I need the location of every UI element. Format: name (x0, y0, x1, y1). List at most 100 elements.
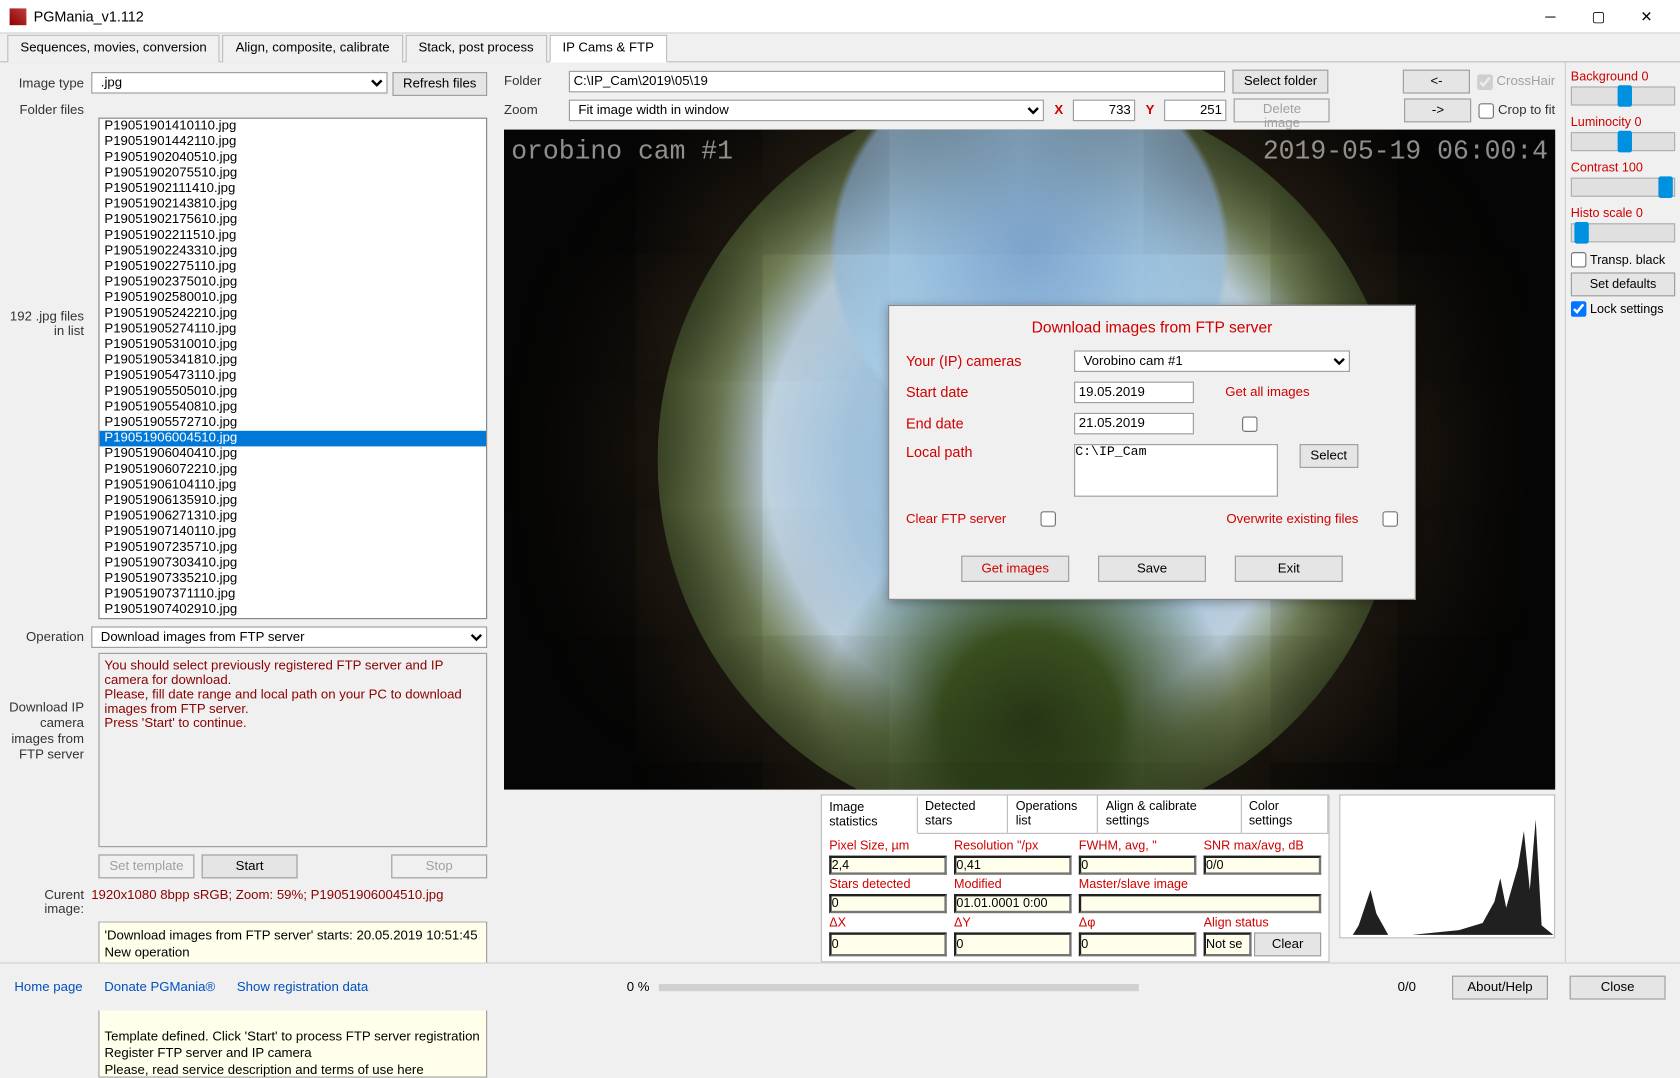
file-item[interactable]: P19051902143810.jpg (100, 197, 486, 213)
file-item[interactable]: P19051907140110.jpg (100, 524, 486, 540)
about-button[interactable]: About/Help (1452, 975, 1548, 999)
refresh-files-button[interactable]: Refresh files (392, 72, 487, 96)
file-item[interactable]: P19051905341810.jpg (100, 353, 486, 369)
dx-value[interactable] (829, 932, 947, 956)
luminocity-slider[interactable] (1571, 132, 1675, 151)
file-item[interactable]: P19051902111410.jpg (100, 181, 486, 197)
next-image-button[interactable]: -> (1404, 98, 1471, 122)
file-item[interactable]: P19051905540810.jpg (100, 400, 486, 416)
end-date-input[interactable] (1074, 413, 1194, 435)
file-item[interactable]: P19051902211510.jpg (100, 228, 486, 244)
file-item[interactable]: P19051906040410.jpg (100, 446, 486, 462)
dphi-value[interactable] (1079, 932, 1197, 956)
start-button[interactable]: Start (202, 854, 298, 878)
minimize-button[interactable]: ─ (1526, 1, 1574, 32)
file-item[interactable]: P19051907303410.jpg (100, 556, 486, 572)
registration-link[interactable]: Show registration data (237, 980, 368, 994)
dy-value[interactable] (954, 932, 1072, 956)
camera-select[interactable]: Vorobino cam #1 (1074, 350, 1350, 372)
zoom-select[interactable]: Fit image width in window (569, 100, 1045, 122)
master-value[interactable] (1079, 894, 1321, 913)
file-item[interactable]: P19051905274110.jpg (100, 322, 486, 338)
file-item[interactable]: P19051905310010.jpg (100, 337, 486, 353)
left-pane: Image type .jpg Refresh files Folder fil… (0, 62, 494, 962)
modified-value[interactable] (954, 894, 1072, 913)
prev-image-button[interactable]: <- (1403, 70, 1470, 94)
stats-tab-color[interactable]: Color settings (1242, 796, 1329, 833)
file-item[interactable]: P19051907335210.jpg (100, 571, 486, 587)
dialog-exit-button[interactable]: Exit (1235, 556, 1343, 582)
image-viewport[interactable]: orobino cam #1 2019-05-19 06:00:4 Downlo… (504, 130, 1555, 790)
snr-value[interactable] (1204, 856, 1322, 875)
overwrite-check[interactable] (1382, 511, 1398, 527)
file-item[interactable]: P19051905505010.jpg (100, 384, 486, 400)
tab-sequences[interactable]: Sequences, movies, conversion (7, 35, 220, 63)
file-item[interactable]: P19051901410110.jpg (100, 119, 486, 135)
pixel-size-value[interactable] (829, 856, 947, 875)
file-item[interactable]: P19051907235710.jpg (100, 540, 486, 556)
file-item[interactable]: P19051906135910.jpg (100, 493, 486, 509)
folder-input[interactable] (569, 71, 1226, 93)
tab-ipcams[interactable]: IP Cams & FTP (549, 35, 667, 63)
start-date-input[interactable] (1074, 382, 1194, 404)
stars-value[interactable] (829, 894, 947, 913)
file-item[interactable]: P19051902075510.jpg (100, 166, 486, 182)
folder-files-label: Folder files (7, 101, 91, 118)
tab-stack[interactable]: Stack, post process (405, 35, 547, 63)
local-path-input[interactable]: C:\IP_Cam (1074, 444, 1278, 497)
image-type-select[interactable]: .jpg (91, 72, 387, 94)
stats-tab-image[interactable]: Image statistics (822, 797, 918, 834)
file-item[interactable]: P19051906072210.jpg (100, 462, 486, 478)
dy-label: ΔY (954, 916, 1072, 930)
contrast-slider[interactable] (1571, 178, 1675, 197)
file-item[interactable]: P19051907402910.jpg (100, 602, 486, 618)
select-folder-button[interactable]: Select folder (1233, 70, 1329, 94)
lock-check[interactable]: Lock settings (1571, 301, 1675, 317)
hint-box: You should select previously registered … (98, 653, 487, 847)
fwhm-value[interactable] (1079, 856, 1197, 875)
transp-check[interactable]: Transp. black (1571, 252, 1675, 268)
file-item[interactable]: P19051905572710.jpg (100, 415, 486, 431)
current-image-label: Curent image: (7, 888, 91, 917)
file-list[interactable]: P19051901410110.jpgP19051901442110.jpgP1… (98, 118, 487, 620)
stats-tab-ops[interactable]: Operations list (1009, 796, 1099, 833)
hint-label: Download IP camera images from FTP serve… (7, 701, 91, 763)
operation-select[interactable]: Download images from FTP server (91, 626, 487, 648)
file-item[interactable]: P19051906271310.jpg (100, 509, 486, 525)
resolution-value[interactable] (954, 856, 1072, 875)
file-item[interactable]: P19051902275110.jpg (100, 259, 486, 275)
file-item[interactable]: P19051902243310.jpg (100, 244, 486, 260)
image-type-label: Image type (7, 77, 91, 91)
file-item[interactable]: P19051902040510.jpg (100, 150, 486, 166)
align-value[interactable] (1204, 932, 1252, 956)
file-item[interactable]: P19051906104110.jpg (100, 478, 486, 494)
get-all-check[interactable] (1242, 416, 1258, 432)
stats-tab-stars[interactable]: Detected stars (918, 796, 1009, 833)
tab-align[interactable]: Align, composite, calibrate (222, 35, 402, 63)
set-defaults-button[interactable]: Set defaults (1571, 272, 1675, 296)
select-path-button[interactable]: Select (1300, 444, 1358, 468)
background-slider[interactable] (1571, 86, 1675, 105)
dialog-save-button[interactable]: Save (1098, 556, 1206, 582)
file-item[interactable]: P19051905242210.jpg (100, 306, 486, 322)
file-item[interactable]: P19051902580010.jpg (100, 290, 486, 306)
file-item[interactable]: P19051905473110.jpg (100, 368, 486, 384)
x-input[interactable] (1073, 100, 1135, 122)
maximize-button[interactable]: ▢ (1574, 1, 1622, 32)
footer-close-button[interactable]: Close (1570, 975, 1666, 999)
file-item[interactable]: P19051902175610.jpg (100, 212, 486, 228)
close-window-button[interactable]: ✕ (1622, 1, 1670, 32)
file-item[interactable]: P19051906004510.jpg (100, 431, 486, 447)
crop-check[interactable]: Crop to fit (1479, 103, 1555, 119)
home-link[interactable]: Home page (14, 980, 82, 994)
stats-clear-button[interactable]: Clear (1254, 932, 1321, 956)
histo-slider[interactable] (1571, 223, 1675, 242)
clear-ftp-check[interactable] (1040, 511, 1056, 527)
file-item[interactable]: P19051901442110.jpg (100, 134, 486, 150)
donate-link[interactable]: Donate PGMania® (104, 980, 215, 994)
file-item[interactable]: P19051902375010.jpg (100, 275, 486, 291)
get-images-button[interactable]: Get images (961, 556, 1069, 582)
file-item[interactable]: P19051907371110.jpg (100, 587, 486, 603)
stats-tab-align[interactable]: Align & calibrate settings (1099, 796, 1242, 833)
y-input[interactable] (1164, 100, 1226, 122)
